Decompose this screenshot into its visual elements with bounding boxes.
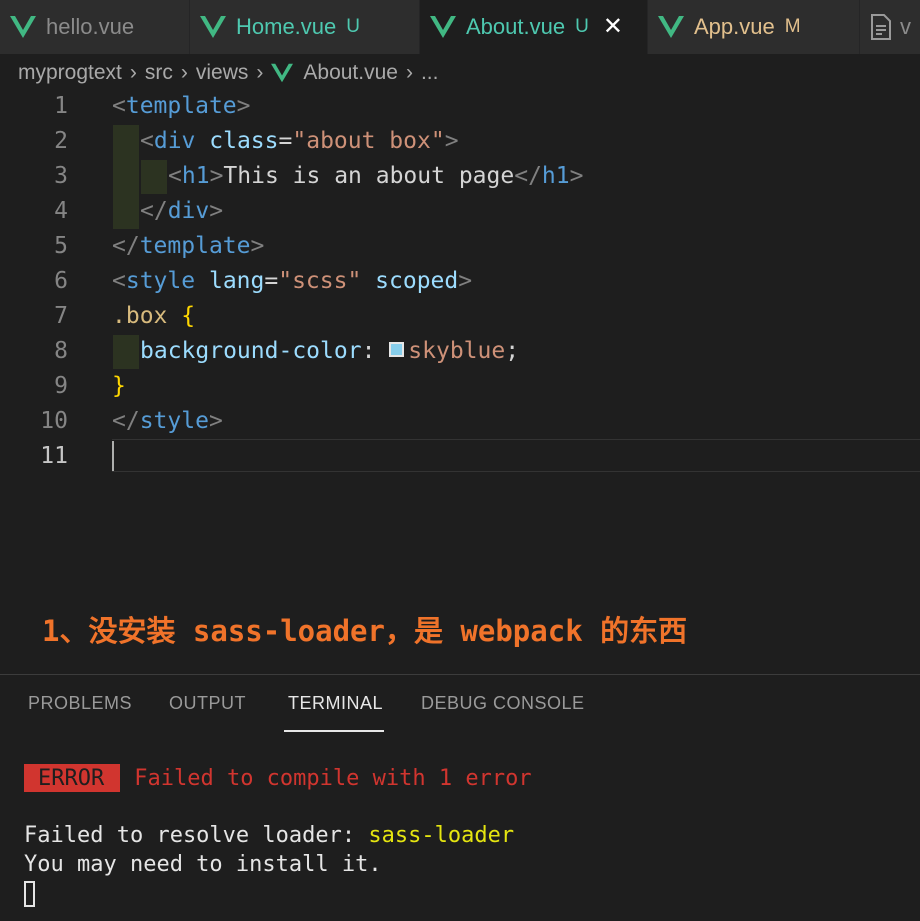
code-text: <h1>This is an about page</h1> [168, 162, 584, 189]
error-message: Failed to compile with 1 error [134, 765, 532, 791]
document-icon [871, 14, 891, 40]
tab-label: About.vue [466, 14, 566, 39]
code-text: <template> [112, 92, 251, 119]
code-text: <div class="about box"> [140, 127, 459, 154]
code-editor[interactable]: 1 <template> 2 <div class="about box"> 3… [0, 88, 920, 488]
line-number: 5 [54, 232, 68, 259]
tab-app-vue[interactable]: App.vue M [648, 0, 860, 54]
vue-file-icon [430, 16, 456, 38]
tab-problems[interactable]: PROBLEMS [28, 693, 132, 714]
vue-file-icon [200, 16, 226, 38]
code-text: <style lang="scss" scoped> [112, 267, 473, 294]
line-number: 11 [40, 442, 68, 469]
code-line: 8 background-color: skyblue; [0, 333, 920, 368]
line-number: 1 [54, 92, 68, 119]
terminal-output[interactable]: ERROR Failed to compile with 1 error Fai… [24, 763, 904, 908]
code-text: </style> [112, 407, 223, 434]
line-number: 3 [54, 162, 68, 189]
terminal-line: You may need to install it. [24, 852, 382, 877]
tab-terminal[interactable]: TERMINAL [288, 693, 383, 714]
breadcrumb-item-src[interactable]: src [145, 61, 173, 85]
tab-debug-console[interactable]: DEBUG CONSOLE [421, 693, 585, 714]
code-text: .box { [112, 302, 196, 329]
line-number: 6 [54, 267, 68, 294]
code-line-current: 11 [0, 438, 920, 473]
breadcrumb-separator: › [256, 61, 264, 84]
terminal-error-line: ERROR Failed to compile with 1 error [24, 763, 904, 793]
line-number: 7 [54, 302, 68, 329]
current-line-highlight [112, 439, 920, 472]
tab-label: Home.vue [236, 14, 337, 39]
tab-label: hello.vue [46, 14, 135, 39]
tab-label: App.vue [694, 14, 775, 39]
text-caret [112, 441, 114, 471]
tab-home-vue[interactable]: Home.vue U [190, 0, 420, 54]
breadcrumb-separator: › [405, 61, 413, 84]
line-number: 8 [54, 337, 68, 364]
line-number: 4 [54, 197, 68, 224]
code-line: 5 </template> [0, 228, 920, 263]
vue-file-icon [658, 16, 684, 38]
code-text: </template> [112, 232, 265, 259]
panel-tab-bar: PROBLEMS OUTPUT TERMINAL DEBUG CONSOLE [0, 675, 920, 735]
breadcrumb-item-file[interactable]: About.vue [303, 61, 398, 85]
tab-output[interactable]: OUTPUT [169, 693, 246, 714]
code-line: 10 </style> [0, 403, 920, 438]
code-line: 9 } [0, 368, 920, 403]
code-line: 6 <style lang="scss" scoped> [0, 263, 920, 298]
breadcrumb-separator: › [129, 61, 137, 84]
tab-overflow[interactable]: v [860, 0, 920, 54]
code-line: 1 <template> [0, 88, 920, 123]
color-swatch[interactable] [389, 342, 405, 357]
code-line: 3 <h1>This is an about page</h1> [0, 158, 920, 193]
breadcrumb-item-views[interactable]: views [196, 61, 249, 85]
breadcrumb: myprogtext › src › views › About.vue › .… [18, 58, 438, 88]
tab-hello-vue[interactable]: hello.vue [0, 0, 190, 54]
code-text: background-color: skyblue; [140, 337, 520, 364]
error-badge: ERROR [24, 764, 121, 792]
active-tab-indicator [284, 730, 384, 732]
vue-file-icon [10, 16, 36, 38]
bottom-panel: PROBLEMS OUTPUT TERMINAL DEBUG CONSOLE E… [0, 674, 920, 921]
breadcrumb-item-symbols[interactable]: ... [421, 61, 439, 85]
code-line: 4 </div> [0, 193, 920, 228]
breadcrumb-separator: › [180, 61, 188, 84]
vue-file-icon [271, 63, 294, 83]
terminal-cursor [24, 881, 35, 907]
code-line: 7 .box { [0, 298, 920, 333]
tab-label: v [900, 14, 911, 39]
code-line: 2 <div class="about box"> [0, 123, 920, 158]
annotation-note: 1、没安装 sass-loader，是 webpack 的东西 [42, 614, 688, 648]
untracked-badge: U [346, 16, 361, 37]
code-text: </div> [140, 197, 224, 224]
line-number: 10 [40, 407, 68, 434]
terminal-prompt [24, 879, 904, 908]
line-number: 9 [54, 372, 68, 399]
loader-name: sass-loader [368, 823, 515, 848]
untracked-badge: U [575, 16, 589, 37]
breadcrumb-item-project[interactable]: myprogtext [18, 61, 122, 85]
close-tab-icon[interactable]: ✕ [603, 15, 623, 39]
line-number: 2 [54, 127, 68, 154]
tab-about-vue[interactable]: About.vue U ✕ [420, 0, 648, 54]
editor-tab-bar: hello.vue Home.vue U About.vue U ✕ App.v… [0, 0, 920, 54]
code-text: } [112, 372, 126, 399]
modified-badge: M [784, 16, 801, 37]
terminal-line: Failed to resolve loader: sass-loader [24, 823, 515, 848]
